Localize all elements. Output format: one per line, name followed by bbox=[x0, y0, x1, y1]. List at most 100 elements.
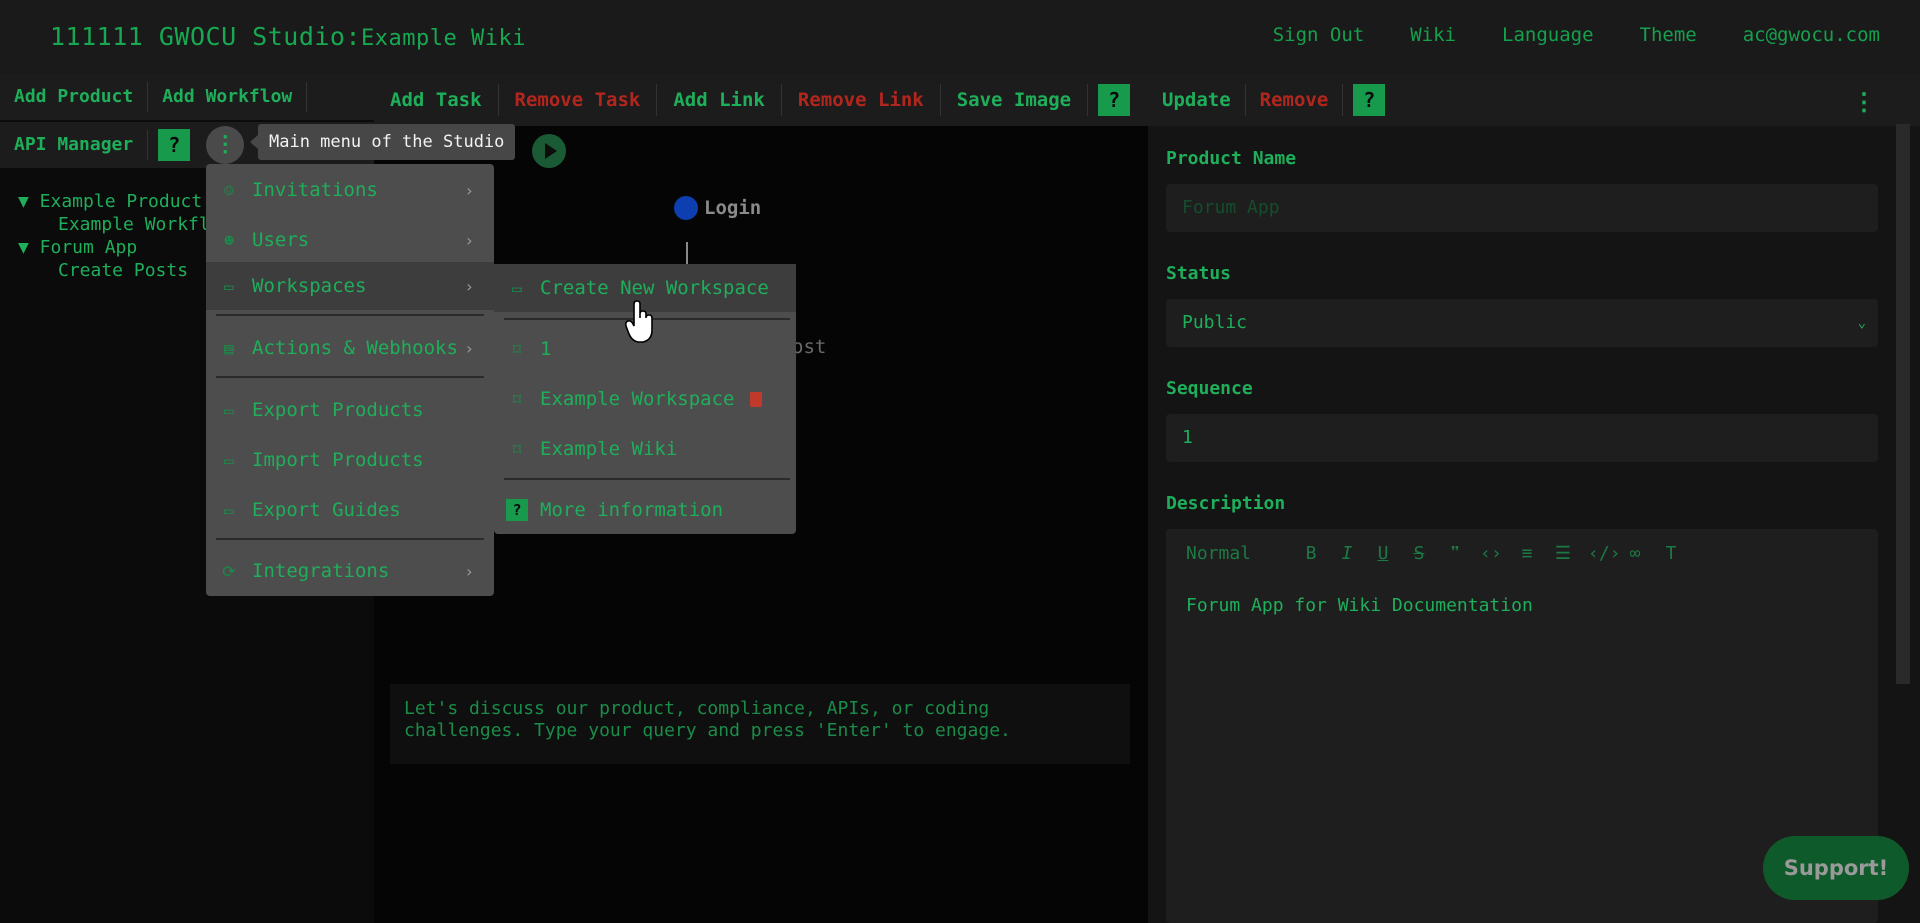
workspace-item[interactable]: ⌑ Example Wiki bbox=[494, 425, 796, 473]
chevron-right-icon: › bbox=[464, 276, 474, 296]
menu-item-label: Users bbox=[252, 229, 310, 251]
more-options-icon[interactable]: ⋮ bbox=[1852, 88, 1876, 116]
flow-connector bbox=[686, 242, 688, 266]
play-button[interactable] bbox=[532, 134, 566, 168]
chat-input[interactable]: Let's discuss our product, compliance, A… bbox=[390, 684, 1130, 764]
folder-icon: ▭ bbox=[224, 450, 234, 470]
top-bar: 111111 GWOCU Studio:Example Wiki Sign Ou… bbox=[0, 0, 1920, 74]
remove-link-button[interactable]: Remove Link bbox=[782, 84, 941, 116]
menu-item-integrations[interactable]: ⟳ Integrations › bbox=[206, 547, 494, 595]
sequence-input[interactable]: 1 bbox=[1166, 414, 1878, 462]
studio-title: 111111 GWOCU Studio: bbox=[50, 22, 362, 51]
status-select[interactable]: Public ⌄ bbox=[1166, 299, 1878, 347]
quote-icon[interactable]: ❞ bbox=[1444, 543, 1466, 564]
menu-item-label: Import Products bbox=[252, 449, 424, 471]
bookmark-icon: ⌑ bbox=[512, 439, 522, 459]
help-button[interactable]: ? bbox=[158, 129, 191, 161]
properties-help-button[interactable]: ? bbox=[1353, 84, 1386, 116]
menu-item-import-products[interactable]: ▭ Import Products bbox=[206, 436, 494, 484]
update-button[interactable]: Update bbox=[1148, 84, 1246, 116]
workspace-title: Example Wiki bbox=[361, 26, 526, 51]
strike-icon[interactable]: S bbox=[1408, 543, 1430, 564]
properties-toolbar: Update Remove ? bbox=[1148, 74, 1920, 126]
menu-item-export-products[interactable]: ▭ Export Products bbox=[206, 386, 494, 434]
wiki-link[interactable]: Wiki bbox=[1410, 24, 1456, 46]
sequence-label: Sequence bbox=[1166, 378, 1253, 399]
save-image-button[interactable]: Save Image bbox=[941, 84, 1089, 116]
workflow-node-login[interactable]: Login bbox=[674, 196, 761, 220]
main-menu: ☺ Invitations › ☻ Users › ▭ Workspaces ›… bbox=[206, 164, 494, 596]
bullet-list-icon[interactable]: ☰ bbox=[1552, 543, 1574, 564]
menu-item-label: Export Products bbox=[252, 399, 424, 421]
menu-item-label: Export Guides bbox=[252, 499, 401, 521]
menu-divider bbox=[504, 478, 790, 480]
menu-item-label: Workspaces bbox=[252, 275, 367, 297]
kebab-icon: ⋮ bbox=[214, 132, 237, 157]
menu-item-label: Integrations bbox=[252, 560, 390, 582]
scrollbar[interactable] bbox=[1896, 124, 1910, 684]
language-link[interactable]: Language bbox=[1502, 24, 1594, 46]
add-workflow-button[interactable]: Add Workflow bbox=[148, 82, 308, 112]
folder-add-icon: ▭ bbox=[512, 278, 522, 298]
more-information-item[interactable]: ? More information bbox=[494, 486, 796, 534]
format-select[interactable]: Normal bbox=[1186, 543, 1286, 564]
trash-icon[interactable] bbox=[750, 391, 763, 407]
tree-node-create-posts[interactable]: Create Posts bbox=[18, 259, 210, 282]
chevron-right-icon: › bbox=[464, 338, 474, 358]
help-icon: ? bbox=[506, 499, 528, 521]
menu-item-actions-webhooks[interactable]: ▤ Actions & Webhooks › bbox=[206, 324, 494, 372]
folder-icon: ▭ bbox=[224, 400, 234, 420]
link-icon[interactable]: ∞ bbox=[1624, 543, 1646, 564]
add-link-button[interactable]: Add Link bbox=[657, 84, 782, 116]
product-name-label: Product Name bbox=[1166, 148, 1297, 169]
bold-icon[interactable]: B bbox=[1300, 543, 1322, 564]
tree-node-forum-app[interactable]: ▼ Forum App bbox=[18, 236, 210, 259]
menu-item-users[interactable]: ☻ Users › bbox=[206, 216, 494, 264]
code-icon[interactable]: ‹› bbox=[1480, 543, 1502, 564]
menu-item-label: Example Wiki bbox=[540, 438, 678, 460]
add-product-button[interactable]: Add Product bbox=[0, 82, 149, 112]
menu-item-workspaces[interactable]: ▭ Workspaces › bbox=[206, 262, 494, 310]
chevron-right-icon: › bbox=[464, 561, 474, 581]
code-block-icon[interactable]: ‹/› bbox=[1588, 543, 1621, 564]
underline-icon[interactable]: U bbox=[1372, 543, 1394, 564]
ordered-list-icon[interactable]: ≡ bbox=[1516, 543, 1538, 564]
app-title: 111111 GWOCU Studio:Example Wiki bbox=[50, 22, 526, 51]
menu-item-label: 1 bbox=[540, 338, 552, 360]
api-manager-button[interactable]: API Manager bbox=[0, 130, 149, 160]
chevron-right-icon: › bbox=[464, 180, 474, 200]
menu-divider bbox=[216, 376, 484, 378]
node-label: Login bbox=[704, 197, 762, 219]
support-button[interactable]: Support! bbox=[1763, 836, 1909, 900]
menu-item-export-guides[interactable]: ▭ Export Guides bbox=[206, 486, 494, 534]
description-label: Description bbox=[1166, 493, 1286, 514]
folder-icon: ▭ bbox=[224, 500, 234, 520]
menu-item-label: Example Workspace bbox=[540, 388, 735, 410]
product-name-input[interactable]: Forum App bbox=[1166, 184, 1878, 232]
menu-item-label: Actions & Webhooks bbox=[252, 337, 458, 359]
sync-icon: ⟳ bbox=[222, 561, 236, 581]
tree-node-example-product[interactable]: ▼ Example Product bbox=[18, 190, 210, 213]
menu-item-label: Invitations bbox=[252, 179, 378, 201]
workspace-item[interactable]: ⌑ Example Workspace bbox=[494, 375, 796, 423]
product-tree: ▼ Example Product Example Workfl ▼ Forum… bbox=[18, 190, 210, 282]
remove-task-button[interactable]: Remove Task bbox=[499, 84, 658, 116]
remove-button[interactable]: Remove bbox=[1246, 84, 1344, 116]
user-email-link[interactable]: ac@gwocu.com bbox=[1743, 24, 1880, 46]
add-task-button[interactable]: Add Task bbox=[374, 84, 499, 116]
top-nav: Sign Out Wiki Language Theme ac@gwocu.co… bbox=[1273, 24, 1880, 46]
tree-node-example-workflow[interactable]: Example Workfl bbox=[18, 213, 210, 236]
theme-link[interactable]: Theme bbox=[1640, 24, 1697, 46]
editor-toolbar: Normal B I U S ❞ ‹› ≡ ☰ ‹/› ∞ T bbox=[1186, 543, 1682, 564]
menu-divider bbox=[216, 538, 484, 540]
menu-item-label: Create New Workspace bbox=[540, 277, 769, 299]
main-menu-button[interactable]: ⋮ bbox=[206, 126, 245, 164]
workflow-node-post[interactable]: ost bbox=[792, 336, 826, 358]
chevron-right-icon: › bbox=[464, 230, 474, 250]
clear-format-icon[interactable]: T bbox=[1660, 543, 1682, 564]
menu-item-invitations[interactable]: ☺ Invitations › bbox=[206, 166, 494, 214]
italic-icon[interactable]: I bbox=[1336, 543, 1358, 564]
workflow-help-button[interactable]: ? bbox=[1098, 84, 1131, 116]
node-dot-icon bbox=[674, 196, 698, 220]
sign-out-link[interactable]: Sign Out bbox=[1273, 24, 1365, 46]
